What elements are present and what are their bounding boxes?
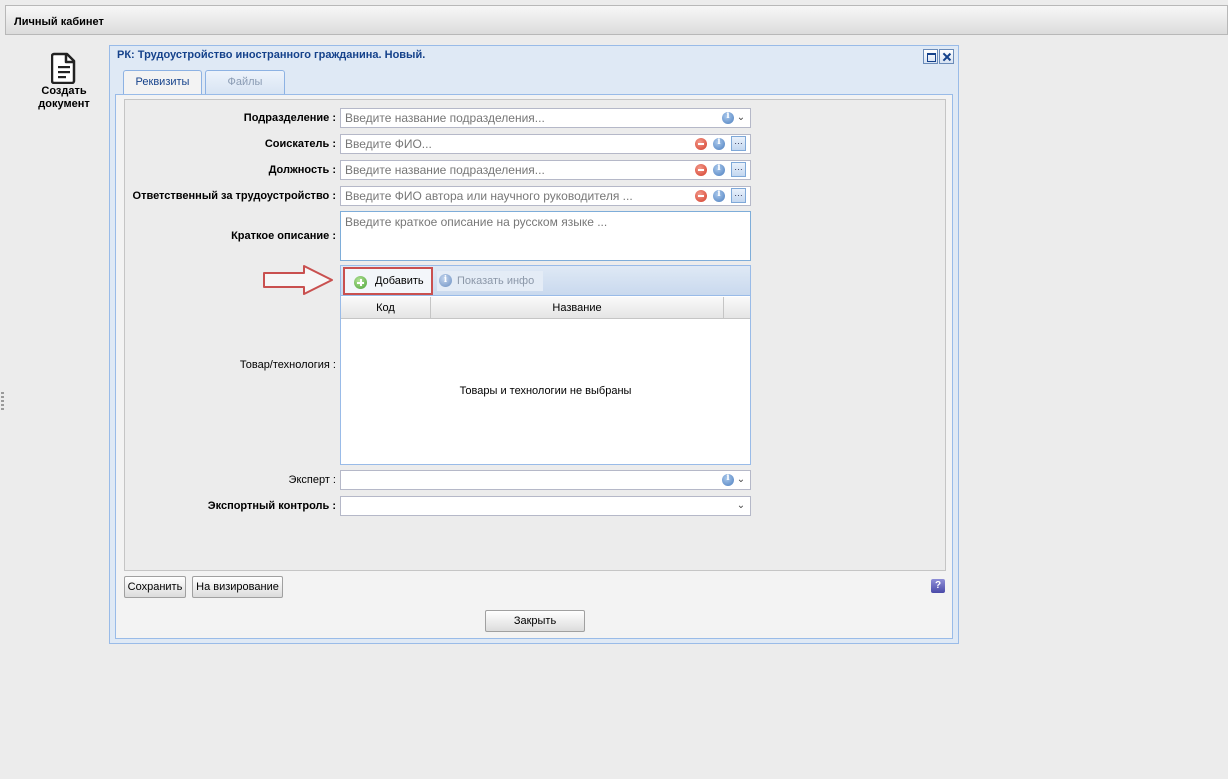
send-to-approval-button[interactable]: На визирование <box>192 576 283 598</box>
document-window: РК: Трудоустройство иностранного граждан… <box>109 45 959 644</box>
show-info-button[interactable]: Показать инфо <box>437 271 543 291</box>
column-header-name[interactable]: Название <box>431 297 724 319</box>
goods-grid-header: Код Название <box>341 297 750 319</box>
expert-select[interactable] <box>340 470 751 490</box>
responsible-label: Ответственный за трудоустройство : <box>132 190 336 202</box>
responsible-input[interactable]: Введите ФИО автора или научного руководи… <box>340 186 751 206</box>
applicant-info-icon[interactable] <box>713 137 725 150</box>
create-document-label-2: документ <box>38 98 90 110</box>
window-title: РК: Трудоустройство иностранного граждан… <box>117 49 426 61</box>
help-icon[interactable]: ? <box>931 579 945 593</box>
maximize-icon[interactable] <box>923 49 938 64</box>
responsible-info-icon[interactable] <box>713 189 725 202</box>
tab-files[interactable]: Файлы <box>205 70 285 94</box>
close-icon[interactable] <box>939 49 954 64</box>
applicant-label: Соискатель : <box>264 138 336 150</box>
department-chevron-down-icon[interactable]: ⌄ <box>736 112 746 124</box>
pointer-arrow-icon <box>263 265 333 295</box>
position-remove-icon[interactable] <box>695 164 707 176</box>
responsible-remove-icon[interactable] <box>695 190 707 202</box>
column-header-spacer <box>724 297 750 319</box>
create-document-button[interactable]: Создать документ <box>30 52 98 110</box>
applicant-remove-icon[interactable] <box>695 138 707 150</box>
summary-textarea[interactable]: Введите краткое описание на русском язык… <box>340 211 751 261</box>
column-header-code[interactable]: Код <box>341 297 431 319</box>
export-control-select[interactable] <box>340 496 751 516</box>
show-info-label: Показать инфо <box>457 275 535 287</box>
applicant-browse-icon[interactable]: … <box>731 136 746 151</box>
summary-label: Краткое описание : <box>231 230 336 242</box>
add-goods-button[interactable]: Добавить <box>343 267 433 295</box>
document-icon <box>51 52 76 84</box>
position-label: Должность : <box>268 164 336 176</box>
requisites-panel: Подразделение : Введите название подразд… <box>115 94 953 639</box>
department-info-icon[interactable] <box>722 111 734 124</box>
expert-label: Эксперт : <box>288 474 336 486</box>
add-icon <box>354 276 367 289</box>
position-input[interactable]: Введите название подразделения... <box>340 160 751 180</box>
create-document-label-1: Создать <box>41 85 87 97</box>
applicant-input[interactable]: Введите ФИО... <box>340 134 751 154</box>
goods-grid: Добавить Показать инфо Код Название Това… <box>340 265 751 465</box>
department-input[interactable]: Введите название подразделения... <box>340 108 751 128</box>
department-label: Подразделение : <box>243 112 336 124</box>
position-info-icon[interactable] <box>713 163 725 176</box>
top-header: Личный кабинет <box>5 5 1228 35</box>
export-control-chevron-down-icon[interactable]: ⌄ <box>736 500 746 512</box>
save-button[interactable]: Сохранить <box>124 576 186 598</box>
goods-label: Товар/технология : <box>239 359 336 371</box>
close-button[interactable]: Закрыть <box>485 610 585 632</box>
goods-empty-message: Товары и технологии не выбраны <box>459 385 632 397</box>
info-icon <box>439 274 452 287</box>
position-browse-icon[interactable]: … <box>731 162 746 177</box>
splitter-handle[interactable] <box>1 392 4 410</box>
expert-chevron-down-icon[interactable]: ⌄ <box>736 474 746 486</box>
responsible-browse-icon[interactable]: … <box>731 188 746 203</box>
form-area: Подразделение : Введите название подразд… <box>124 99 946 571</box>
tab-requisites[interactable]: Реквизиты <box>123 70 202 95</box>
expert-info-icon[interactable] <box>722 473 734 486</box>
app-title: Личный кабинет <box>14 16 104 28</box>
export-control-label: Экспортный контроль : <box>207 500 336 512</box>
add-goods-label: Добавить <box>375 275 424 287</box>
goods-toolbar: Добавить Показать инфо <box>341 266 750 296</box>
